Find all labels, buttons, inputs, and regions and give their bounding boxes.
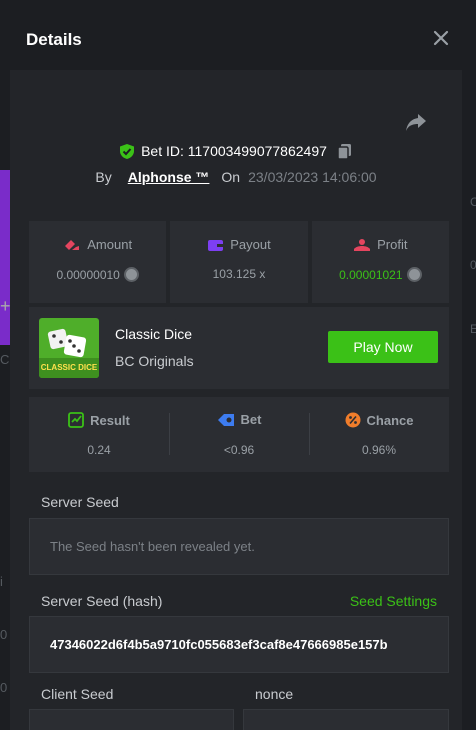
stat-value: 0.00000010 [56, 267, 120, 282]
share-icon[interactable] [404, 111, 428, 133]
percent-icon [345, 412, 361, 428]
profit-icon [354, 238, 371, 251]
close-icon[interactable] [430, 27, 452, 49]
thumb-text: CLASSIC DICE [41, 363, 98, 372]
stat-label: Amount [87, 237, 133, 252]
background-glyph: C [470, 195, 476, 209]
server-seed-label: Server Seed [41, 494, 119, 510]
stat-amount: Amount 0.00000010 [29, 221, 167, 303]
game-name: Classic Dice [115, 326, 193, 342]
ticket-icon [217, 413, 234, 426]
result-panel: Result 0.24 Bet <0.96 Chance 0.96% [29, 397, 449, 472]
client-seed-field[interactable] [29, 709, 234, 730]
coin-icon [406, 267, 422, 282]
seed-settings-link[interactable]: Seed Settings [350, 593, 437, 609]
copy-icon[interactable] [337, 143, 353, 160]
stat-label: Profit [377, 237, 408, 252]
background-glyph: E [470, 322, 476, 336]
stat-value: 0.00001021 [339, 267, 403, 282]
details-modal: Details Bet ID: 117003499077862497 By Al… [10, 8, 462, 730]
by-label: By [95, 169, 112, 185]
nonce-field[interactable] [243, 709, 449, 730]
amount-icon [65, 239, 80, 250]
client-seed-label: Client Seed [41, 686, 114, 702]
result-icon [68, 412, 85, 428]
modal-title: Details [26, 30, 82, 49]
game-provider: BC Originals [115, 353, 194, 369]
game-card: CLASSIC DICE Classic Dice BC Originals P… [29, 307, 449, 389]
modal-header: Details [10, 8, 462, 70]
background-plus-glyph: + [0, 296, 11, 316]
bet-date: 23/03/2023 14:06:00 [248, 169, 377, 185]
background-glyph: 0 [470, 258, 476, 272]
nonce-label: nonce [255, 686, 294, 702]
server-seed-field[interactable]: The Seed hasn't been revealed yet. [29, 518, 449, 575]
coin-icon [123, 267, 139, 282]
on-label: On [221, 169, 241, 185]
stat-label: Payout [230, 237, 271, 252]
background-glyph: 0 [0, 680, 8, 695]
server-hash-field[interactable]: 47346022d6f4b5a9710fc055683ef3caf8e47666… [29, 616, 449, 673]
user-link[interactable]: Alphonse ™ [128, 169, 210, 185]
result-value: <0.96 [223, 443, 255, 457]
server-hash-label: Server Seed (hash) [41, 593, 163, 609]
result-bet: Bet <0.96 [169, 397, 309, 472]
result-value: 0.24 [87, 443, 111, 457]
bet-stats: Amount 0.00000010 Payout 103.125 x Profi… [29, 221, 449, 303]
result-result: Result 0.24 [29, 397, 169, 472]
background-glyph: 0 [0, 627, 8, 642]
stat-profit: Profit 0.00001021 [311, 221, 449, 303]
verified-shield-icon [120, 143, 135, 159]
wallet-icon [208, 239, 224, 251]
result-value: 0.96% [361, 443, 397, 457]
server-seed-value: The Seed hasn't been revealed yet. [50, 539, 255, 554]
result-label: Chance [366, 412, 414, 428]
stat-payout: Payout 103.125 x [170, 221, 308, 303]
background-glyph: C [0, 352, 10, 367]
result-label: Result [90, 412, 130, 428]
result-chance: Chance 0.96% [309, 397, 449, 472]
background-glyph: i [0, 574, 3, 589]
play-now-button[interactable]: Play Now [328, 331, 438, 363]
bet-author-row: By Alphonse ™ On 23/03/2023 14:06:00 [10, 166, 462, 188]
server-hash-value: 47346022d6f4b5a9710fc055683ef3caf8e47666… [50, 637, 388, 652]
bet-id-row: Bet ID: 117003499077862497 [10, 140, 462, 162]
background-banner [0, 170, 10, 345]
stat-value: 103.125 x [212, 267, 266, 281]
bet-id: Bet ID: 117003499077862497 [141, 143, 327, 159]
result-label: Bet [240, 412, 262, 427]
game-thumbnail[interactable]: CLASSIC DICE [39, 318, 99, 378]
